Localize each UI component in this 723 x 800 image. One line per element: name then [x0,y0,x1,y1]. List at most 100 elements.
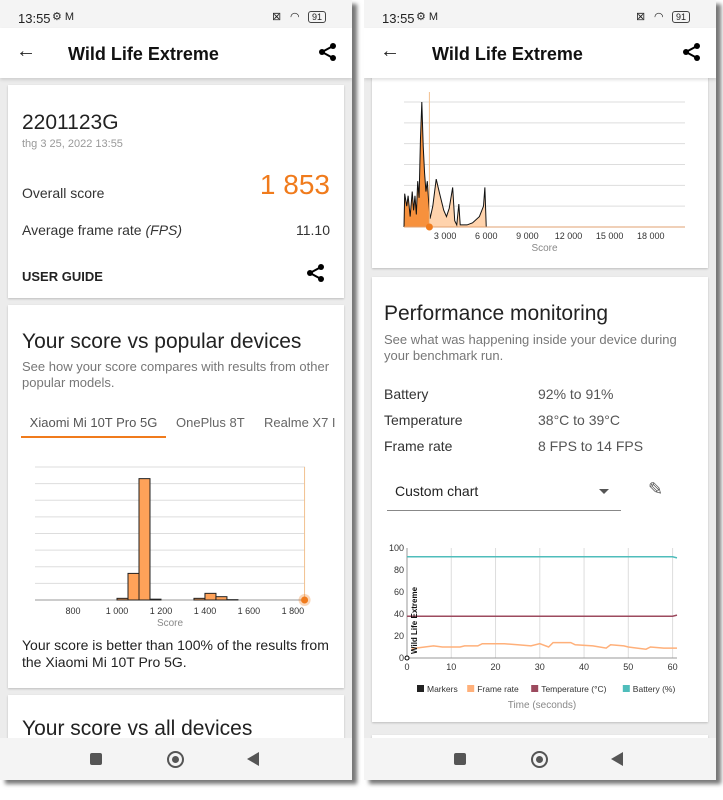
overall-score-label: Overall score [22,185,105,201]
active-tab-indicator [21,436,166,438]
status-bar: 13:55 ⚙ M ⊠ ◠ 91 [364,0,716,28]
legend-swatch [531,685,539,692]
y-tick-label: 60 [394,587,404,597]
x-tick-label: 1 600 [238,606,261,616]
battery-icon: 91 [308,11,327,23]
histogram-bar [116,597,129,601]
legend-item: Temperature (°C) [541,684,606,694]
tab-oneplus-8t[interactable]: OnePlus 8T [176,415,245,430]
histogram-bar [138,478,151,601]
all-devices-distribution-chart: 3 000 6 000 9 000 12 000 15 000 18 000 Score [403,92,685,254]
performance-monitoring-card: Performance monitoring See what was happ… [372,277,708,722]
system-nav-bar [364,738,716,780]
legend-item: Markers [427,684,458,694]
x-tick-label: 0 [404,662,409,672]
test-date: thg 3 25, 2022 13:55 [22,138,123,150]
x-tick-label: 800 [66,606,81,616]
phone-screen-results: 13:55 ⚙ M ⊠ ◠ 91 ← Wild Life Extreme 220… [0,0,352,780]
battery-icon: 91 [672,11,691,23]
series-line-battery- [407,556,678,559]
x-tick-label: 1 800 [282,606,305,616]
section-description: See how your score compares with results… [22,359,330,390]
all-devices-chart-card: 3 000 6 000 9 000 12 000 15 000 18 000 Score [372,60,708,268]
histogram-bar [193,597,206,601]
settings-icon: ⚙ M [52,11,75,23]
phone-screen-monitoring: 13:55 ⚙ M ⊠ ◠ 91 ← Wild Life Extreme 3 0… [364,0,716,780]
back-arrow-icon[interactable]: ← [16,40,36,63]
y-tick-label: 40 [394,609,404,619]
section-description: See what was happening inside your devic… [384,332,677,363]
section-title: Performance monitoring [384,302,609,325]
home-button[interactable] [531,751,548,768]
y-tick-label: 0 [399,653,404,663]
back-button[interactable] [611,752,623,766]
chart-type-dropdown[interactable]: Custom chart [387,473,621,511]
result-text: Your score is better than 100% of the re… [22,637,329,670]
y-tick-label: 20 [394,631,404,641]
histogram-bar [127,572,140,601]
status-bar: 13:55 ⚙ M ⊠ ◠ 91 [0,0,352,28]
x-tick-label: 15 000 [596,231,624,241]
dropdown-arrow-icon [599,489,609,494]
temperature-value: 38°C to 39°C [538,412,621,428]
legend-item: Battery (%) [633,684,676,694]
frame-rate-value: 8 FPS to 14 FPS [538,438,644,454]
tab-realme-x7[interactable]: Realme X7 I [264,415,336,430]
x-tick-label: 40 [579,662,589,672]
legend-swatch [467,685,475,692]
legend-swatch [417,685,424,692]
legend-swatch [622,685,630,692]
overall-score-value: 1 853 [259,169,330,200]
app-bar: ← Wild Life Extreme [364,28,716,78]
x-tick-label: 9 000 [516,231,539,241]
edit-pencil-icon[interactable]: ✎ [648,479,663,500]
histogram-bar [204,592,217,601]
status-time: 13:55 [382,11,415,26]
share-icon[interactable] [306,263,326,283]
score-card: 2201123G thg 3 25, 2022 13:55 Overall sc… [8,85,344,298]
x-axis-label: Score [531,243,558,254]
x-tick-label: 30 [535,662,545,672]
x-tick-label: 18 000 [637,231,665,241]
x-tick-label: 20 [491,662,501,672]
section-title: Your score vs popular devices [22,330,302,353]
x-tick-label: 1 000 [106,606,129,616]
your-score-marker [301,596,309,604]
share-icon[interactable] [318,42,338,62]
home-button[interactable] [167,751,184,768]
fps-label: Average frame rate [22,222,146,238]
your-score-marker [425,223,433,231]
popular-devices-histogram: 800 1 000 1 200 1 400 1 600 1 800 Score [35,466,311,629]
histogram-bar [149,598,162,601]
fps-unit: (FPS) [145,222,183,238]
share-icon[interactable] [682,42,702,62]
y-tick-label: 100 [389,543,404,553]
status-time: 13:55 [18,11,51,26]
sim-icon: ⊠ [272,11,282,23]
temperature-label: Temperature [384,412,463,428]
x-tick-label: 1 200 [150,606,173,616]
user-guide-button[interactable]: USER GUIDE [22,269,103,284]
x-axis-label: Time (seconds) [508,700,577,711]
x-tick-label: 12 000 [555,231,583,241]
x-tick-label: 50 [623,662,633,672]
x-tick-label: 1 400 [194,606,217,616]
popular-devices-card: Your score vs popular devices See how yo… [8,305,344,688]
sim-icon: ⊠ [636,11,646,23]
recents-button[interactable] [454,753,466,765]
series-line-temperature-c- [407,614,678,617]
recents-button[interactable] [90,753,102,765]
legend-item: Frame rate [477,684,519,694]
back-button[interactable] [247,752,259,766]
marker-point [404,655,410,661]
device-name: 2201123G [22,111,119,134]
x-tick-label: 10 [446,662,456,672]
fps-value: 11.10 [296,222,330,238]
battery-label: Battery [384,386,429,402]
back-arrow-icon[interactable]: ← [380,40,400,63]
dropdown-value: Custom chart [395,483,479,499]
tab-xiaomi-mi-10t-pro[interactable]: Xiaomi Mi 10T Pro 5G [22,415,165,430]
x-tick-label: 6 000 [475,231,498,241]
marker-label: Wild Life Extreme [410,586,419,654]
frame-rate-label: Frame rate [384,438,453,454]
